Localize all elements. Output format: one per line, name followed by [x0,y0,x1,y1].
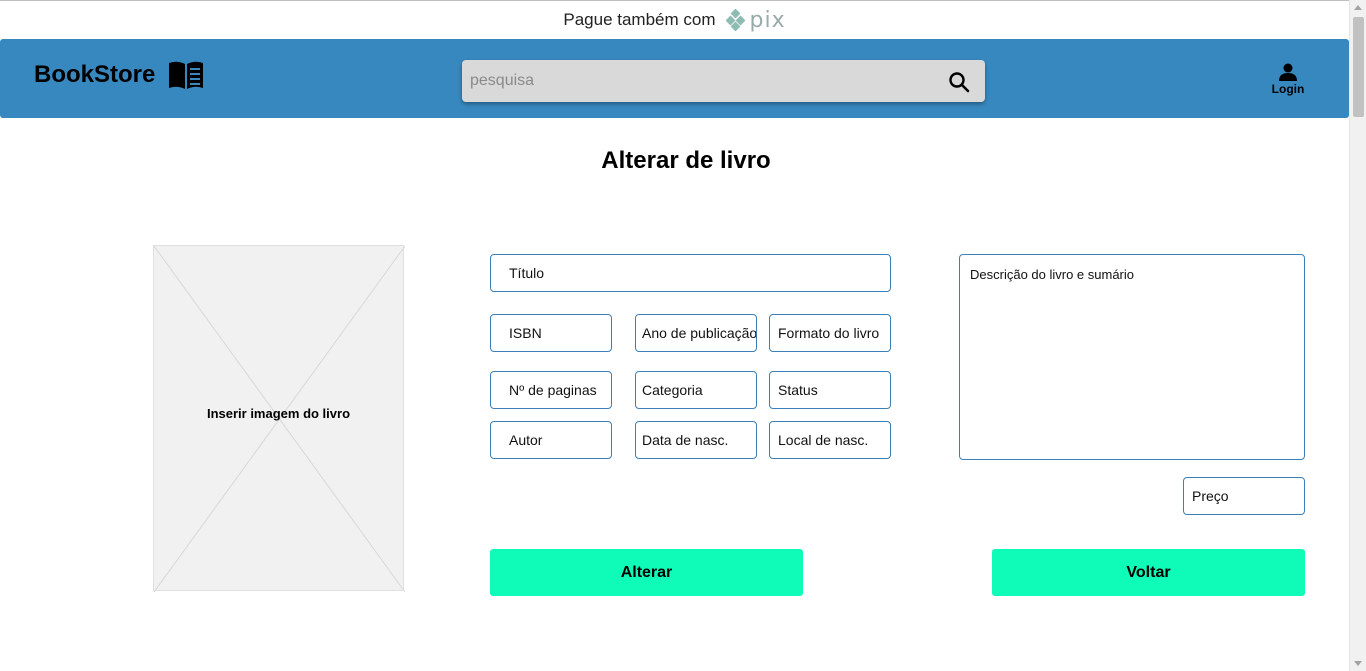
scroll-up-arrow-icon[interactable] [1354,5,1362,10]
status-field-wrapper [769,371,891,409]
pix-logo-text: pix [749,7,786,33]
user-icon [1279,63,1297,81]
isbn-field[interactable] [491,315,611,351]
search-input[interactable] [462,60,932,102]
page: Pague também com pix BookStore pesquisa … [0,0,1349,671]
book-image-upload[interactable]: Inserir imagem do livro [153,245,405,592]
format-field-wrapper [769,314,891,352]
price-field-wrapper [1183,477,1305,515]
open-book-icon [169,61,204,89]
category-field[interactable] [636,372,756,408]
pix-logo: pix [725,7,786,33]
scroll-down-arrow-icon[interactable] [1354,661,1362,666]
status-field[interactable] [770,372,890,408]
book-format-field[interactable] [770,315,890,351]
birth-date-field-wrapper [635,421,757,459]
title-field[interactable] [491,255,890,291]
birth-place-field-wrapper [769,421,891,459]
price-field[interactable] [1184,478,1304,514]
payment-banner-text: Pague também com [563,10,716,29]
pages-field-wrapper [490,371,612,409]
alterar-button[interactable]: Alterar [490,549,803,596]
search-bar [462,60,985,102]
scrollbar-thumb[interactable] [1353,17,1364,117]
category-field-wrapper [635,371,757,409]
pix-diamond-icon [725,9,745,31]
payment-banner: Pague também com pix [0,1,1349,39]
search-icon[interactable] [947,70,971,94]
birth-place-field[interactable] [770,422,890,458]
book-image-label: Inserir imagem do livro [206,406,351,421]
login-label: Login [1271,82,1305,96]
author-field[interactable] [491,422,611,458]
login-button[interactable]: Login [1266,63,1310,96]
birth-date-field[interactable] [636,422,756,458]
description-field[interactable] [960,255,1304,459]
title-field-wrapper [490,254,891,292]
page-title: Alterar de livro [601,147,771,174]
voltar-button[interactable]: Voltar [992,549,1305,596]
year-field-wrapper [635,314,757,352]
description-field-wrapper [959,254,1305,460]
vertical-scrollbar[interactable] [1349,0,1366,671]
brand-name[interactable]: BookStore [34,61,155,89]
brand[interactable]: BookStore [34,59,205,91]
publication-year-field[interactable] [636,315,756,351]
header: BookStore Login [0,39,1349,118]
isbn-field-wrapper [490,314,612,352]
author-field-wrapper [490,421,612,459]
pages-field[interactable] [491,372,611,408]
